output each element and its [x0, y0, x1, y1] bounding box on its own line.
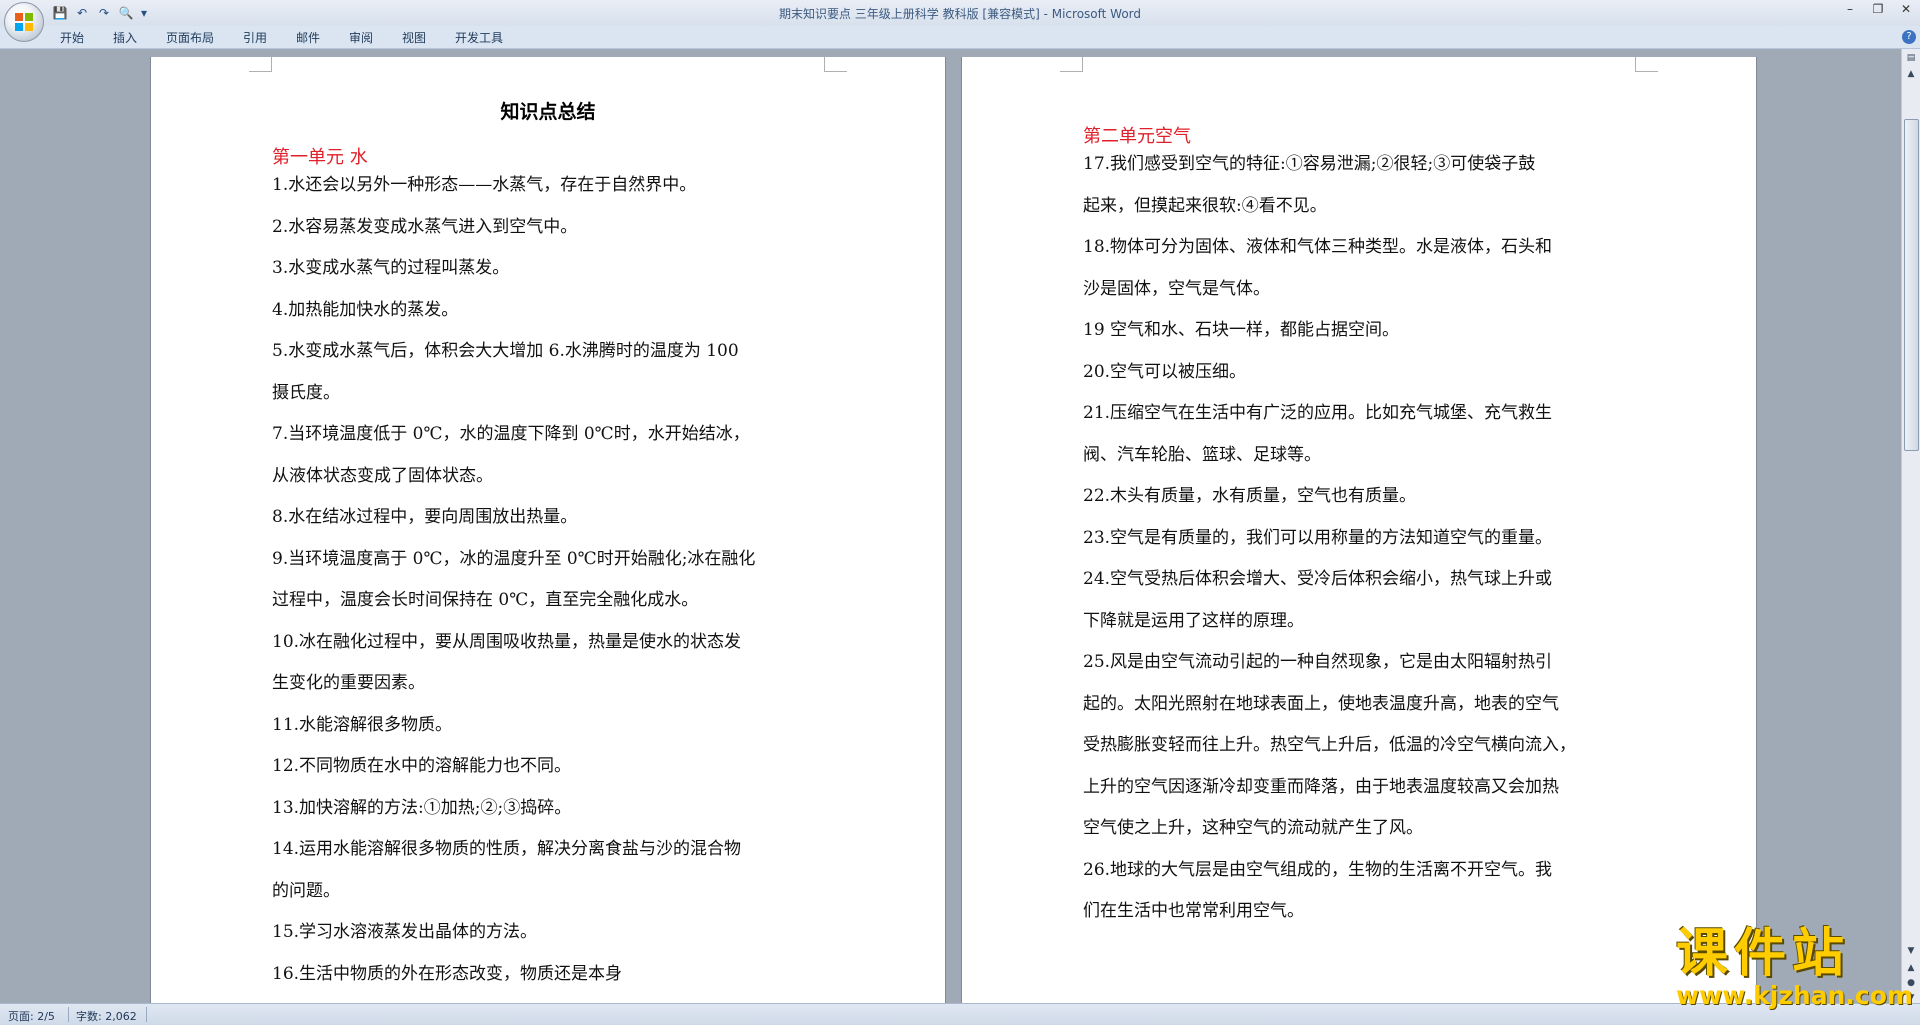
crop-mark: [824, 57, 847, 72]
page-indicator[interactable]: 页面: 2/5: [8, 1008, 55, 1024]
ruler-toggle-icon[interactable]: ▤: [1904, 51, 1918, 65]
text-line: 的问题。: [272, 880, 340, 901]
text-line: 25.风是由空气流动引起的一种自然现象，它是由太阳辐射热引: [1083, 652, 1553, 672]
text-line: 17.我们感受到空气的特征:①容易泄漏;②很轻;③可使袋子鼓: [1083, 154, 1536, 174]
text-line: 5.水变成水蒸气后，体积会大大增加 6.水沸腾时的温度为 100: [272, 341, 739, 361]
divider: [146, 1007, 147, 1022]
scroll-down-icon[interactable]: ▼: [1904, 944, 1918, 958]
text-line: 14.运用水能溶解很多物质的性质，解决分离食盐与沙的混合物: [272, 839, 742, 859]
text-line: 4.加热能加快水的蒸发。: [272, 299, 459, 320]
watermark-url: www.kjzhan.com: [1676, 981, 1913, 1010]
text-line: 沙是固体，空气是气体。: [1083, 278, 1270, 299]
restore-icon[interactable]: ❐: [1864, 0, 1892, 18]
tab-mailings[interactable]: 邮件: [296, 29, 320, 46]
text-line: 阀、汽车轮胎、篮球、足球等。: [1083, 444, 1321, 465]
crop-mark: [1060, 57, 1083, 72]
crop-mark: [249, 57, 272, 72]
close-icon[interactable]: ✕: [1892, 0, 1920, 18]
help-icon[interactable]: ?: [1902, 30, 1916, 44]
text-line: 15.学习水溶液蒸发出晶体的方法。: [272, 922, 538, 942]
minimize-icon[interactable]: –: [1836, 0, 1864, 18]
scroll-up-icon[interactable]: ▲: [1904, 67, 1918, 81]
paragraph-block: 17.我们感受到空气的特征:①容易泄漏;②很轻;③可使袋子鼓 起来，但摸起来很软…: [1083, 144, 1576, 933]
text-line: 7.当环境温度低于 0℃，水的温度下降到 0℃时，水开始结冰，: [272, 424, 750, 444]
previous-page-icon[interactable]: ▲: [1904, 961, 1918, 975]
text-line: 12.不同物质在水中的溶解能力也不同。: [272, 756, 572, 776]
text-line: 空气使之上升，这种空气的流动就产生了风。: [1083, 818, 1423, 838]
text-line: 生变化的重要因素。: [272, 673, 425, 693]
text-line: 起的。太阳光照射在地球表面上，使地表温度升高，地表的空气: [1083, 693, 1559, 714]
ribbon-tabs: 开始 插入 页面布局 引用 邮件 审阅 视图 开发工具 ?: [0, 26, 1920, 49]
text-line: 1.水还会以另外一种形态——水蒸气，存在于自然界中。: [272, 175, 697, 195]
text-line: 们在生活中也常常利用空气。: [1083, 901, 1304, 921]
crop-mark: [1635, 57, 1658, 72]
watermark-logo: 课件站 www.kjzhan.com: [1676, 924, 1913, 1010]
tab-references[interactable]: 引用: [243, 29, 267, 46]
tab-review[interactable]: 审阅: [349, 29, 373, 46]
office-button[interactable]: [4, 2, 44, 42]
text-line: 23.空气是有质量的，我们可以用称量的方法知道空气的重量。: [1083, 527, 1553, 548]
text-line: 20.空气可以被压细。: [1083, 361, 1247, 382]
text-line: 16.生活中物质的外在形态改变，物质还是本身: [272, 963, 623, 984]
text-line: 26.地球的大气层是由空气组成的，生物的生活离不开空气。我: [1083, 859, 1553, 880]
text-line: 18.物体可分为固体、液体和气体三种类型。水是液体，石头和: [1083, 237, 1553, 257]
window-title: 期末知识要点 三年级上册科学 教科版 [兼容模式] - Microsoft Wo…: [778, 7, 1142, 21]
text-line: 3.水变成水蒸气的过程叫蒸发。: [272, 258, 510, 278]
text-line: 受热膨胀变轻而往上升。热空气上升后，低温的冷空气横向流入，: [1083, 735, 1576, 755]
page-left: 知识点总结 第一单元 水 1.水还会以另外一种形态——水蒸气，存在于自然界中。 …: [151, 57, 945, 1004]
text-line: 19 空气和水、石块一样，都能占据空间。: [1083, 320, 1400, 340]
word-count[interactable]: 字数: 2,062: [76, 1008, 137, 1024]
text-line: 11.水能溶解很多物质。: [272, 714, 453, 735]
text-line: 8.水在结冰过程中，要向周围放出热量。: [272, 507, 578, 527]
tab-developer[interactable]: 开发工具: [455, 29, 503, 46]
tab-page-layout[interactable]: 页面布局: [166, 29, 214, 46]
status-bar: 页面: 2/5 字数: 2,062: [0, 1003, 1920, 1025]
tab-view[interactable]: 视图: [402, 29, 426, 46]
text-line: 从液体状态变成了固体状态。: [272, 465, 493, 486]
text-line: 上升的空气因逐渐冷却变重而降落，由于地表温度较高又会加热: [1083, 776, 1559, 797]
text-line: 22.木头有质量，水有质量，空气也有质量。: [1083, 486, 1417, 506]
text-line: 过程中，温度会长时间保持在 0℃，直至完全融化成水。: [272, 590, 699, 610]
text-line: 下降就是运用了这样的原理。: [1083, 610, 1304, 631]
document-title: 知识点总结: [500, 101, 596, 123]
window-controls: – ❐ ✕: [1836, 0, 1920, 18]
text-line: 摄氏度。: [272, 382, 340, 403]
tab-home[interactable]: 开始: [60, 29, 84, 46]
scroll-thumb[interactable]: [1904, 119, 1919, 451]
watermark-text: 课件站: [1676, 924, 1851, 984]
text-line: 10.冰在融化过程中，要从周围吸收热量，热量是使水的状态发: [272, 631, 742, 652]
text-line: 起来，但摸起来很软:④看不见。: [1083, 195, 1327, 216]
text-line: 24.空气受热后体积会增大、受冷后体积会缩小，热气球上升或: [1083, 569, 1553, 589]
office-logo-icon: [15, 13, 33, 31]
text-line: 13.加快溶解的方法:①加热;②;③捣碎。: [272, 797, 572, 818]
text-line: 21.压缩空气在生活中有广泛的应用。比如充气城堡、充气救生: [1083, 403, 1553, 423]
text-line: 2.水容易蒸发变成水蒸气进入到空气中。: [272, 216, 578, 237]
paragraph-block: 1.水还会以另外一种形态——水蒸气，存在于自然界中。 2.水容易蒸发变成水蒸气进…: [272, 165, 755, 995]
document-area: 知识点总结 第一单元 水 1.水还会以另外一种形态——水蒸气，存在于自然界中。 …: [0, 49, 1902, 1004]
divider: [68, 1007, 69, 1022]
text-line: 9.当环境温度高于 0℃，冰的温度升至 0℃时开始融化;冰在融化: [272, 548, 756, 569]
tab-insert[interactable]: 插入: [113, 29, 137, 46]
vertical-scrollbar[interactable]: ▤ ▲ ▼ ▲ ● ▼: [1901, 49, 1920, 1004]
title-bar: 💾 ↶ ↷ 🔍 ▾ 期末知识要点 三年级上册科学 教科版 [兼容模式] - Mi…: [0, 0, 1920, 26]
page-right: 第二单元空气 17.我们感受到空气的特征:①容易泄漏;②很轻;③可使袋子鼓 起来…: [962, 57, 1756, 1004]
